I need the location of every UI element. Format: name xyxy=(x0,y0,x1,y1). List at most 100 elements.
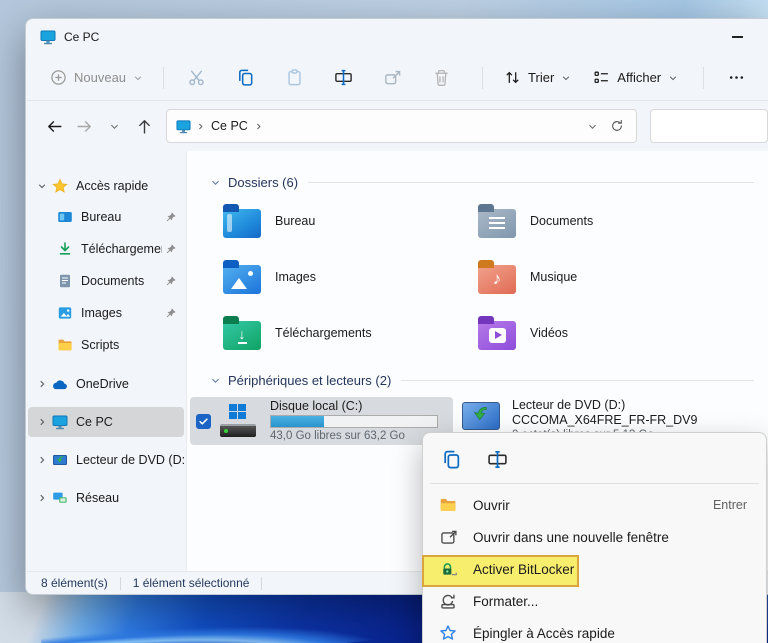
hard-drive-icon xyxy=(219,403,257,439)
copy-button[interactable] xyxy=(225,61,265,95)
music-folder-icon: ♪ xyxy=(478,265,516,294)
back-button[interactable] xyxy=(39,111,69,141)
sort-dropdown[interactable]: Trier xyxy=(495,63,580,92)
new-button-label: Nouveau xyxy=(74,70,126,85)
sidebar-item-documents[interactable]: Documents xyxy=(28,265,184,297)
address-dropdown-icon[interactable] xyxy=(587,121,598,132)
search-input[interactable] xyxy=(651,110,767,142)
delete-button[interactable] xyxy=(421,61,461,95)
sidebar-item-this-pc[interactable]: Ce PC xyxy=(28,407,184,437)
new-button[interactable]: Nouveau xyxy=(42,63,151,92)
folder-tile-pictures[interactable]: Images xyxy=(207,257,462,297)
command-bar: Nouveau xyxy=(26,55,768,101)
menu-item-pin-quick-access[interactable]: Épingler à Accès rapide xyxy=(428,617,761,643)
context-menu: Ouvrir Entrer Ouvrir dans une nouvelle f… xyxy=(422,432,767,643)
chevron-collapsed-icon[interactable] xyxy=(34,493,49,503)
dvd-drive-icon xyxy=(462,402,500,430)
sidebar-item-quick-access[interactable]: Accès rapide xyxy=(28,171,184,201)
chevron-expanded-icon[interactable] xyxy=(34,181,49,191)
cut-icon xyxy=(187,68,206,87)
titlebar: Ce PC xyxy=(26,19,768,55)
drive-tile-local-c[interactable]: Disque local (C:) 43,0 Go libres sur 63,… xyxy=(190,397,453,445)
menu-item-activate-bitlocker[interactable]: Activer BitLocker xyxy=(428,553,761,585)
selected-checkbox[interactable] xyxy=(196,414,211,429)
refresh-icon[interactable] xyxy=(610,119,624,133)
search-box[interactable] xyxy=(650,109,768,143)
folder-icon xyxy=(56,337,73,353)
folder-tile-music[interactable]: ♪ Musique xyxy=(462,257,717,297)
screen: Ce PC Nouveau xyxy=(0,0,768,643)
drive-volume-label: CCCOMA_X64FRE_FR-FR_DV9 xyxy=(512,413,697,428)
sidebar-item-pictures[interactable]: Images xyxy=(28,297,184,329)
this-pc-icon xyxy=(51,414,68,430)
desktop-folder-icon xyxy=(223,209,261,238)
menu-item-format[interactable]: Formater... xyxy=(428,585,761,617)
view-label: Afficher xyxy=(617,70,661,85)
open-new-window-icon xyxy=(438,528,458,546)
menu-item-open-new-window[interactable]: Ouvrir dans une nouvelle fenêtre xyxy=(428,521,761,553)
rename-button[interactable] xyxy=(323,61,363,95)
up-button[interactable] xyxy=(129,111,159,141)
arrow-right-icon xyxy=(76,118,93,135)
minimize-icon xyxy=(732,36,743,38)
drive-usage-fill xyxy=(271,416,324,427)
dvd-drive-icon xyxy=(51,452,68,468)
menu-item-label: Activer BitLocker xyxy=(473,562,747,577)
arrow-up-icon xyxy=(136,118,153,135)
chevron-collapsed-icon[interactable] xyxy=(34,379,49,389)
menu-item-shortcut: Entrer xyxy=(713,498,747,512)
drives-header-label: Périphériques et lecteurs (2) xyxy=(228,373,391,388)
recent-locations-button[interactable] xyxy=(99,111,129,141)
folders-grid: Bureau Documents Images ♪ Musique xyxy=(207,201,768,353)
breadcrumb-chevron-icon[interactable] xyxy=(254,122,263,131)
paste-button[interactable] xyxy=(274,61,314,95)
chevron-collapsed-icon[interactable] xyxy=(34,455,49,465)
sidebar-item-desktop[interactable]: Bureau xyxy=(28,201,184,233)
folder-tile-videos[interactable]: Vidéos xyxy=(462,313,717,353)
breadcrumb-this-pc[interactable]: Ce PC xyxy=(207,117,252,135)
more-options-button[interactable] xyxy=(716,61,756,95)
chevron-collapsed-icon[interactable] xyxy=(34,417,49,427)
sidebar-item-label: OneDrive xyxy=(76,377,184,391)
folders-group-header[interactable]: Dossiers (6) xyxy=(207,171,754,193)
folder-tile-documents[interactable]: Documents xyxy=(462,201,717,241)
breadcrumb-chevron-icon[interactable] xyxy=(196,122,205,131)
forward-button[interactable] xyxy=(69,111,99,141)
menu-item-open[interactable]: Ouvrir Entrer xyxy=(428,489,761,521)
folder-tile-downloads[interactable]: ↓ Téléchargements xyxy=(207,313,462,353)
pin-icon xyxy=(162,275,180,287)
menu-item-label: Épingler à Accès rapide xyxy=(473,626,747,641)
rename-button[interactable] xyxy=(484,446,510,472)
share-button[interactable] xyxy=(372,61,412,95)
drive-name: Lecteur de DVD (D:) xyxy=(512,398,697,413)
sidebar-item-scripts[interactable]: Scripts xyxy=(28,329,184,361)
folder-label: Téléchargements xyxy=(275,326,372,340)
status-separator xyxy=(120,577,121,590)
chevron-down-icon xyxy=(668,73,678,83)
drive-free-space: 43,0 Go libres sur 63,2 Go xyxy=(270,430,438,443)
chevron-expanded-icon[interactable] xyxy=(207,177,223,188)
sidebar-item-dvd-drive[interactable]: Lecteur de DVD (D:) xyxy=(28,445,184,475)
context-menu-divider xyxy=(430,483,759,484)
view-dropdown[interactable]: Afficher xyxy=(584,63,687,92)
minimize-button[interactable] xyxy=(716,24,758,50)
sidebar-item-downloads[interactable]: Téléchargements xyxy=(28,233,184,265)
open-folder-icon xyxy=(438,496,458,514)
desktop-icon xyxy=(56,209,73,225)
window-title: Ce PC xyxy=(64,30,99,44)
chevron-expanded-icon[interactable] xyxy=(207,375,223,386)
bitlocker-lock-icon xyxy=(438,560,458,578)
pictures-folder-icon xyxy=(223,265,261,294)
cut-button[interactable] xyxy=(176,61,216,95)
folder-tile-desktop[interactable]: Bureau xyxy=(207,201,462,241)
copy-button[interactable] xyxy=(438,446,464,472)
sidebar-item-label: Scripts xyxy=(81,338,184,352)
cloud-icon xyxy=(51,376,68,393)
sidebar-item-network[interactable]: Réseau xyxy=(28,483,184,513)
item-count: 8 élément(s) xyxy=(41,576,108,590)
address-bar[interactable]: Ce PC xyxy=(166,109,637,143)
sort-label: Trier xyxy=(528,70,554,85)
drives-group-header[interactable]: Périphériques et lecteurs (2) xyxy=(207,369,754,391)
folder-label: Musique xyxy=(530,270,577,284)
sidebar-item-onedrive[interactable]: OneDrive xyxy=(28,369,184,399)
